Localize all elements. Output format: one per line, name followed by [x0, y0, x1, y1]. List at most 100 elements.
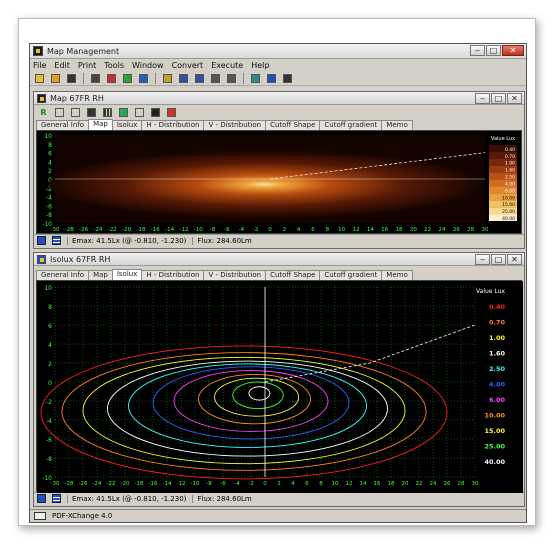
new-icon[interactable] [33, 72, 46, 84]
isolux-x-tick-label: 0 [263, 481, 267, 487]
map-tab-cutoff-gradient[interactable]: Cutoff gradient [319, 120, 383, 130]
zoom-icon[interactable] [133, 106, 146, 118]
isolux-legend-label: 2.50 [489, 365, 506, 373]
menu-file[interactable]: File [33, 61, 46, 70]
folder-icon[interactable] [161, 72, 174, 84]
chart-icon[interactable] [105, 72, 118, 84]
isolux-y-tick-label: 0 [48, 380, 52, 387]
isolux-y-tick-label: 8 [48, 304, 52, 311]
map-maximize-button[interactable]: □ [491, 93, 506, 104]
map-x-tick-label: 26 [453, 227, 460, 233]
isolux-tab-isolux[interactable]: Isolux [111, 269, 143, 280]
info-icon[interactable] [281, 72, 294, 84]
menu-edit[interactable]: Edit [54, 61, 70, 70]
isolux-tab-cutoff-shape[interactable]: Cutoff Shape [265, 270, 321, 280]
title-bar[interactable]: Map Management ‒ □ ✕ [30, 44, 526, 59]
isolux-maximize-button[interactable]: □ [491, 254, 506, 265]
status-chart-icon[interactable] [37, 236, 46, 245]
r-icon[interactable]: R [37, 106, 50, 118]
menu-print[interactable]: Print [78, 61, 96, 70]
maximize-button[interactable]: □ [486, 45, 501, 56]
isolux-legend-label: 6.00 [489, 396, 506, 404]
window-title: Map Management [47, 46, 120, 56]
menu-help[interactable]: Help [251, 61, 269, 70]
isolux-tab-map[interactable]: Map [88, 270, 113, 280]
isolux-x-tick-label: -26 [79, 481, 88, 487]
map-y-tick-label: 8 [48, 142, 52, 149]
cut-icon[interactable] [65, 72, 78, 84]
map-x-tick-label: -14 [165, 227, 174, 233]
isolux-tab-cutoff-gradient[interactable]: Cutoff gradient [319, 270, 383, 280]
map-y-tick-label: 10 [44, 133, 52, 140]
map-x-tick-label: -4 [239, 227, 245, 233]
copy-icon[interactable] [69, 106, 82, 118]
isolux-close-button[interactable]: ✕ [507, 254, 522, 265]
save-icon[interactable] [193, 72, 206, 84]
export-icon[interactable] [137, 72, 150, 84]
isolux-y-tick-label: 10 [44, 285, 52, 292]
isolux-plot[interactable]: 10 8 6 4 2 0 -2 -4 -6 -8 -10 -30 -28 -26 -24 -22 -20 -18-… [36, 280, 523, 493]
map-tab-map[interactable]: Map [88, 119, 113, 130]
calc-icon[interactable] [89, 72, 102, 84]
isolux-x-tick-label: 8 [319, 481, 323, 487]
isolux-chart: 1086420-2-4-6-8-10-30 -28 -26 -24 -22 -20 -18-… [37, 281, 523, 493]
close-button[interactable]: ✕ [502, 45, 524, 56]
taskbar-label[interactable]: PDF-XChange 4.0 [52, 512, 112, 520]
color-map-icon[interactable] [121, 72, 134, 84]
monitor-icon[interactable] [85, 106, 98, 118]
printer-icon[interactable] [34, 512, 46, 520]
isolux-legend-label: 4.00 [489, 381, 506, 389]
menu-convert[interactable]: Convert [172, 61, 204, 70]
isolux-tab-memo[interactable]: Memo [381, 270, 413, 280]
isolux-y-tick-label: -8 [46, 456, 52, 463]
map-tab-v-distribution[interactable]: V - Distribution [203, 120, 267, 130]
menu-window[interactable]: Window [132, 61, 164, 70]
map-x-tick-label: 30 [482, 227, 489, 233]
map-tab-isolux[interactable]: Isolux [111, 120, 143, 130]
map-tab-general-info[interactable]: General Info [36, 120, 90, 130]
isolux-emax: Emax: 41.5Lx (@ -0.810, -1.230) [67, 494, 186, 503]
isolux-x-tick-label: 16 [374, 481, 381, 487]
map-close-button[interactable]: ✕ [507, 93, 522, 104]
save-icon[interactable] [53, 106, 66, 118]
print-icon[interactable] [225, 72, 238, 84]
map-tab-cutoff-shape[interactable]: Cutoff Shape [265, 120, 321, 130]
map-x-tick-label: -28 [65, 227, 74, 233]
menu-tools[interactable]: Tools [104, 61, 124, 70]
status-list-icon[interactable] [52, 494, 61, 503]
isolux-legend-label: 15.00 [484, 427, 505, 435]
open-icon[interactable] [49, 72, 62, 84]
isolux-tab-v-distribution[interactable]: V - Distribution [203, 270, 267, 280]
isolux-x-tick-label: 4 [291, 481, 295, 487]
menu-bar: File Edit Print Tools Window Convert Execute He… [30, 59, 526, 71]
status-chart-icon[interactable] [37, 494, 46, 503]
map-x-tick-label: 8 [326, 227, 330, 233]
print-preview-icon[interactable] [209, 72, 222, 84]
grid-icon[interactable] [101, 106, 114, 118]
map-view-icon[interactable] [265, 72, 278, 84]
status-list-icon[interactable] [52, 236, 61, 245]
map-plot[interactable]: 10 8 6 4 2 0 -2 -4 -6 -8 -10 -30 -28 -26 -24 -22 -20 -18-… [36, 130, 522, 234]
isolux-x-tick-label: -6 [220, 481, 226, 487]
map-tab-memo[interactable]: Memo [381, 120, 413, 130]
map-x-tick-label: 2 [283, 227, 287, 233]
map-tab-h-distribution[interactable]: H - Distribution [141, 120, 205, 130]
map-x-tick-label: 18 [396, 227, 403, 233]
measure-icon[interactable] [249, 72, 262, 84]
isolux-legend-label: 1.00 [489, 334, 506, 342]
isolux-window-title: Isolux 67FR RH [50, 254, 111, 264]
map-window-titlebar[interactable]: Map 67FR RH ‒ □ ✕ [34, 92, 524, 105]
isolux-x-tick-label: 26 [444, 481, 451, 487]
isolux-tab-general-info[interactable]: General Info [36, 270, 90, 280]
isolux-tab-h-distribution[interactable]: H - Distribution [141, 270, 205, 280]
disk-icon[interactable] [177, 72, 190, 84]
isolux-minimize-button[interactable]: ‒ [475, 254, 490, 265]
contour-icon[interactable] [149, 106, 162, 118]
map-minimize-button[interactable]: ‒ [475, 93, 490, 104]
color-icon[interactable] [165, 106, 178, 118]
menu-execute[interactable]: Execute [211, 61, 243, 70]
color-map-icon[interactable] [117, 106, 130, 118]
isolux-status-bar: Emax: 41.5Lx (@ -0.810, -1.230) Flux: 28… [34, 492, 524, 504]
isolux-window-titlebar[interactable]: Isolux 67FR RH ‒ □ ✕ [34, 253, 524, 266]
minimize-button[interactable]: ‒ [470, 45, 485, 56]
